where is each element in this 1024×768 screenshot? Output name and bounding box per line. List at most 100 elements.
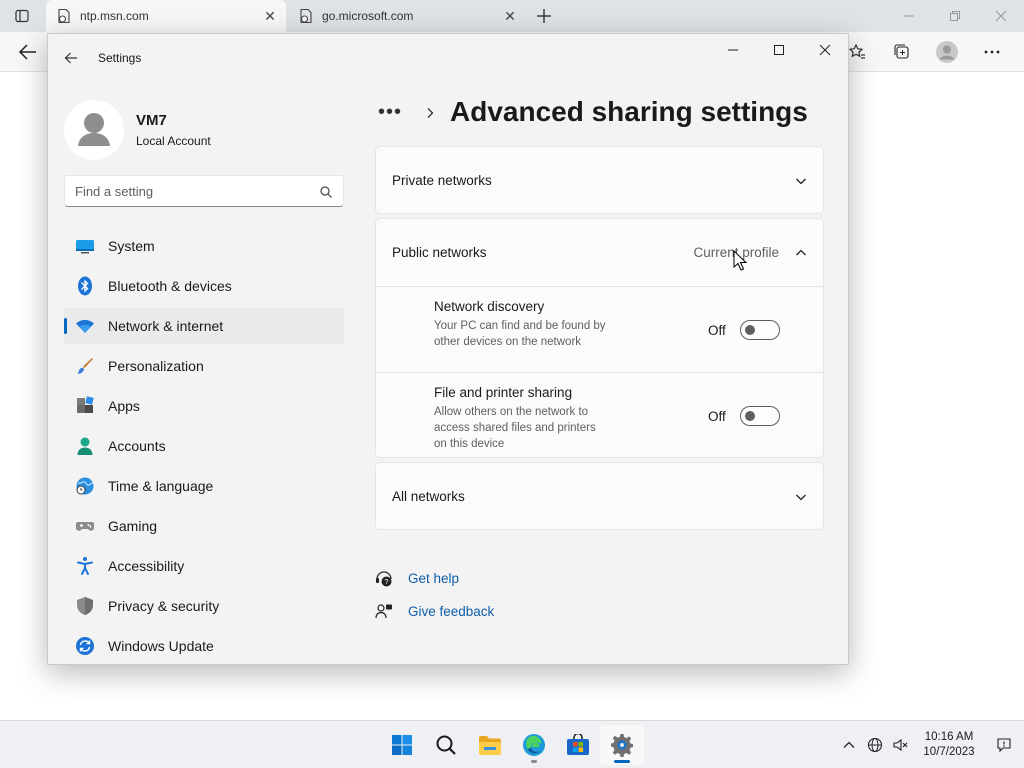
sidebar-item-label: Bluetooth & devices	[108, 278, 232, 294]
toggle-knob	[745, 411, 755, 421]
mouse-cursor-icon	[733, 249, 748, 272]
browser-tab-strip: ntp.msn.com ✕ go.microsoft.com ✕	[0, 0, 1024, 32]
window-title: Settings	[98, 51, 142, 65]
sidebar-item-label: System	[108, 238, 155, 254]
help-icon: ?	[374, 569, 394, 589]
clock-date: 10/7/2023	[923, 746, 975, 758]
windows-logo-icon	[392, 735, 412, 755]
sidebar-item-label: Privacy & security	[108, 598, 220, 614]
svg-text:?: ?	[384, 577, 388, 586]
close-icon[interactable]	[802, 34, 848, 66]
sidebar-item-apps[interactable]: Apps	[64, 388, 344, 424]
gear-icon	[611, 734, 633, 757]
browser-tab-msn[interactable]: ntp.msn.com ✕	[46, 0, 286, 32]
close-tab-icon[interactable]: ✕	[502, 8, 518, 24]
sidebar-item-label: Network & internet	[108, 318, 224, 334]
collections-icon[interactable]	[881, 38, 922, 66]
sidebar-item-time-language[interactable]: Time & language	[64, 468, 344, 504]
gamepad-icon	[74, 515, 96, 537]
sidebar-item-privacy[interactable]: Privacy & security	[64, 588, 344, 624]
apps-icon	[74, 395, 96, 417]
more-options-icon[interactable]	[971, 38, 1012, 66]
sidebar-item-label: Gaming	[108, 518, 158, 534]
brush-icon	[74, 355, 96, 377]
user-name: VM7	[136, 112, 167, 129]
folder-icon	[479, 736, 501, 755]
settings-window-controls	[710, 34, 848, 66]
sidebar-item-bluetooth[interactable]: Bluetooth & devices	[64, 268, 344, 304]
section-header[interactable]: All networks	[376, 463, 823, 529]
sidebar-item-label: Personalization	[108, 358, 204, 374]
section-title: Public networks	[392, 245, 487, 260]
profile-avatar-icon[interactable]	[926, 38, 967, 66]
network-discovery-row: Network discovery Your PC can find and b…	[376, 286, 823, 372]
chevron-up-icon[interactable]	[795, 246, 807, 258]
section-title: All networks	[392, 489, 465, 504]
file-printer-sharing-row: File and printer sharing Allow others on…	[376, 372, 823, 458]
page-title: Advanced sharing settings	[450, 96, 808, 127]
close-tab-icon[interactable]: ✕	[262, 8, 278, 24]
network-discovery-toggle[interactable]	[740, 320, 780, 340]
section-title: Private networks	[392, 173, 492, 188]
chevron-up-icon[interactable]	[836, 721, 862, 768]
volume-muted-icon[interactable]	[888, 721, 914, 768]
chevron-down-icon[interactable]	[795, 174, 807, 186]
clock-time: 10:16 AM	[924, 731, 974, 743]
back-arrow-icon[interactable]	[17, 41, 39, 63]
taskbar-file-explorer[interactable]	[468, 725, 512, 765]
close-icon[interactable]	[978, 0, 1024, 32]
taskbar-settings[interactable]	[600, 725, 644, 765]
search-input[interactable]	[75, 181, 305, 201]
sidebar-item-windows-update[interactable]: Windows Update	[64, 628, 344, 664]
shield-icon	[74, 595, 96, 617]
taskbar-edge[interactable]	[512, 725, 556, 765]
sidebar-item-system[interactable]: System	[64, 228, 344, 264]
private-networks-section[interactable]: Private networks	[375, 146, 824, 214]
get-help-text[interactable]: Get help	[408, 571, 459, 586]
taskbar-store[interactable]	[556, 725, 600, 765]
browser-tab-microsoft[interactable]: go.microsoft.com ✕	[288, 0, 526, 32]
setting-title: File and printer sharing	[434, 385, 573, 400]
taskbar: 10:16 AM 10/7/2023	[0, 720, 1024, 768]
settings-nav: System Bluetooth & devices Network & int…	[64, 228, 344, 664]
tab-title: ntp.msn.com	[80, 9, 149, 23]
sidebar-item-accessibility[interactable]: Accessibility	[64, 548, 344, 584]
give-feedback-text[interactable]: Give feedback	[408, 604, 494, 619]
browser-window-controls	[886, 0, 1024, 32]
setting-description: Allow others on the network to access sh…	[434, 406, 596, 450]
search-icon[interactable]	[319, 185, 333, 199]
settings-window: Settings VM7 Local Account System	[47, 33, 849, 665]
clock[interactable]: 10:16 AM 10/7/2023	[914, 730, 984, 760]
taskbar-apps	[380, 725, 644, 765]
sidebar-item-label: Accounts	[108, 438, 166, 454]
file-printer-sharing-toggle[interactable]	[740, 406, 780, 426]
restore-icon[interactable]	[932, 0, 978, 32]
new-tab-icon[interactable]	[534, 6, 554, 26]
network-globe-icon[interactable]	[862, 721, 888, 768]
sidebar-item-gaming[interactable]: Gaming	[64, 508, 344, 544]
maximize-icon[interactable]	[756, 34, 802, 66]
all-networks-section[interactable]: All networks	[375, 462, 824, 530]
get-help-link[interactable]: ? Get help	[374, 562, 494, 595]
back-arrow-icon[interactable]	[63, 50, 79, 66]
user-profile[interactable]: VM7 Local Account	[64, 100, 364, 160]
chevron-right-icon	[424, 106, 436, 118]
chevron-down-icon[interactable]	[795, 490, 807, 502]
breadcrumb-ellipsis[interactable]: •••	[378, 101, 406, 124]
give-feedback-link[interactable]: Give feedback	[374, 595, 494, 628]
section-header[interactable]: Public networks Current profile	[376, 219, 823, 285]
minimize-icon[interactable]	[710, 34, 756, 66]
tab-actions-icon[interactable]	[14, 8, 30, 24]
taskbar-search-button[interactable]	[424, 725, 468, 765]
start-button[interactable]	[380, 725, 424, 765]
sidebar-item-label: Accessibility	[108, 558, 185, 574]
system-tray: 10:16 AM 10/7/2023	[836, 721, 1024, 768]
running-indicator	[614, 760, 630, 763]
settings-titlebar: Settings	[48, 34, 848, 82]
minimize-icon[interactable]	[886, 0, 932, 32]
sidebar-item-personalization[interactable]: Personalization	[64, 348, 344, 384]
section-header[interactable]: Private networks	[376, 147, 823, 213]
sidebar-item-network[interactable]: Network & internet	[64, 308, 344, 344]
sidebar-item-accounts[interactable]: Accounts	[64, 428, 344, 464]
notifications-icon[interactable]	[984, 721, 1024, 768]
